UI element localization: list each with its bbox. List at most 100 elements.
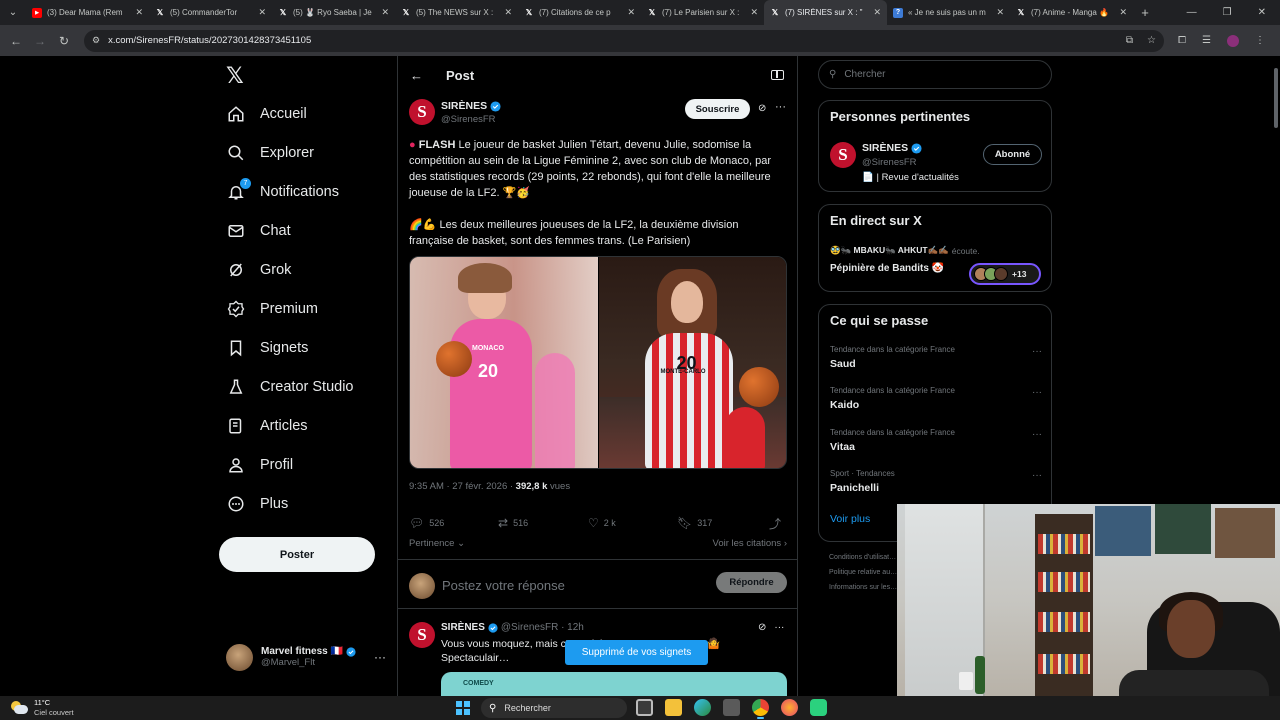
- bookmark-star-icon[interactable]: ☆: [1147, 35, 1156, 46]
- nav-item-signets[interactable]: Signets: [226, 333, 308, 363]
- nav-item-profil[interactable]: Profil: [226, 450, 293, 480]
- author-handle[interactable]: @SirenesFR: [441, 114, 496, 125]
- site-info-icon[interactable]: ⚙: [92, 35, 100, 46]
- browser-tab[interactable]: 𝕏 (5) The NEWS sur X : ✕: [395, 0, 518, 25]
- see-more-link[interactable]: Voir plus: [830, 513, 870, 525]
- new-tab-icon[interactable]: +: [1133, 5, 1157, 20]
- close-tab-icon[interactable]: ✕: [504, 7, 512, 18]
- close-tab-icon[interactable]: ✕: [135, 7, 143, 18]
- nav-item-chat[interactable]: Chat: [226, 216, 291, 246]
- maximize-icon[interactable]: ❐: [1223, 7, 1232, 18]
- search-input[interactable]: ⚲ Chercher: [818, 60, 1052, 89]
- close-tab-icon[interactable]: ✕: [1119, 7, 1127, 18]
- nav-item-explorer[interactable]: Explorer: [226, 138, 314, 168]
- close-tab-icon[interactable]: ✕: [873, 7, 881, 18]
- close-tab-icon[interactable]: ✕: [381, 7, 389, 18]
- relevant-name[interactable]: SIRÈNES: [862, 142, 908, 154]
- trend-item[interactable]: Tendance dans la catégorie France Saud ···: [830, 345, 1042, 379]
- close-window-icon[interactable]: ✕: [1258, 7, 1266, 18]
- sidebar-icon[interactable]: ☰: [1202, 35, 1211, 47]
- reload-icon[interactable]: ↻: [52, 34, 76, 48]
- live-space-title[interactable]: Pépinière de Bandits 🤡: [830, 263, 944, 274]
- weather-widget[interactable]: 11°C Ciel couvert: [10, 698, 74, 718]
- nav-item-premium[interactable]: Premium: [226, 294, 318, 324]
- sirenes-avatar[interactable]: S: [409, 99, 435, 125]
- browser-tab[interactable]: 𝕏 (7) Citations de ce p ✕: [518, 0, 641, 25]
- forward-arrow-icon[interactable]: →: [28, 34, 52, 48]
- repost-action[interactable]: ⇄ 516: [498, 516, 588, 530]
- install-app-icon[interactable]: ⧉: [1126, 35, 1133, 46]
- more-horizontal-icon[interactable]: ···: [774, 622, 784, 633]
- close-tab-icon[interactable]: ✕: [627, 7, 635, 18]
- post-button[interactable]: Poster: [219, 537, 375, 572]
- relevance-sort-dropdown[interactable]: Pertinence ⌄: [409, 538, 465, 549]
- nav-item-accueil[interactable]: Accueil: [226, 99, 307, 129]
- firefox-icon[interactable]: [781, 699, 798, 716]
- store-icon[interactable]: [723, 699, 740, 716]
- nav-item-articles[interactable]: Articles: [226, 411, 308, 441]
- browser-tab-active[interactable]: 𝕏 (7) SIRÈNES sur X : " ✕: [764, 0, 887, 25]
- more-horizontal-icon[interactable]: ···: [1032, 429, 1042, 440]
- share-action[interactable]: ⤴: [769, 515, 781, 532]
- reply-button[interactable]: Répondre: [716, 572, 787, 593]
- file-explorer-icon[interactable]: [665, 699, 682, 716]
- subscribe-button[interactable]: Souscrire: [685, 99, 750, 119]
- author-name[interactable]: SIRÈNES: [441, 622, 485, 633]
- browser-tab[interactable]: ? « Je ne suis pas un m ✕: [887, 0, 1010, 25]
- edge-icon[interactable]: [694, 699, 711, 716]
- trend-item[interactable]: Sport · Tendances Panichelli ···: [830, 469, 1042, 503]
- tab-search-icon[interactable]: ⌄: [0, 0, 26, 25]
- post-media[interactable]: 20 MONACO MONTE-CARLO 20: [409, 256, 787, 469]
- author-name[interactable]: SIRÈNES: [441, 100, 487, 112]
- like-action[interactable]: ♡ 2 k: [588, 516, 677, 530]
- more-horizontal-icon[interactable]: ···: [1032, 387, 1042, 398]
- privacy-link[interactable]: Politique relative au…: [829, 565, 897, 580]
- reply-post-media[interactable]: COMEDY: [441, 672, 787, 696]
- trend-item[interactable]: Tendance dans la catégorie France Kaido ··…: [830, 386, 1042, 420]
- url-field[interactable]: ⚙ x.com/SirenesFR/status/202730142837345…: [84, 29, 1164, 52]
- trend-item[interactable]: Tendance dans la catégorie France Vitaa ··…: [830, 428, 1042, 462]
- live-facepile[interactable]: +13: [969, 263, 1041, 285]
- profile-avatar-icon[interactable]: [1226, 34, 1239, 47]
- more-horizontal-icon[interactable]: ···: [374, 650, 386, 664]
- close-tab-icon[interactable]: ✕: [258, 7, 266, 18]
- minimize-icon[interactable]: —: [1187, 7, 1197, 18]
- browser-tab[interactable]: 𝕏 (7) Anime - Manga 🔥 ✕: [1010, 0, 1133, 25]
- more-horizontal-icon[interactable]: ···: [775, 101, 786, 113]
- task-view-icon[interactable]: [636, 699, 653, 716]
- browser-tab[interactable]: 𝕏 (7) Le Parisien sur X : ✕: [641, 0, 764, 25]
- messaging-app-icon[interactable]: [810, 699, 827, 716]
- nav-item-notifications[interactable]: 7 Notifications: [226, 177, 339, 207]
- post-image-red-jersey[interactable]: MONTE-CARLO 20: [598, 257, 786, 468]
- nav-item-plus[interactable]: Plus: [226, 489, 288, 519]
- taskbar-search[interactable]: ⚲ Rechercher: [481, 698, 627, 718]
- more-horizontal-icon[interactable]: ···: [1032, 346, 1042, 357]
- back-arrow-icon[interactable]: ←: [4, 34, 28, 48]
- account-switcher[interactable]: Marvel fitness 🇫🇷 @Marvel_Flt ···: [226, 642, 386, 672]
- browser-tab[interactable]: 𝕏 (5) 🐰 Ryo Saeba | Je ✕: [272, 0, 395, 25]
- close-tab-icon[interactable]: ✕: [750, 7, 758, 18]
- x-logo-icon[interactable]: 𝕏: [226, 64, 244, 89]
- terms-link[interactable]: Conditions d'utilisat…: [829, 550, 897, 565]
- nav-item-grok[interactable]: Grok: [226, 255, 291, 285]
- grok-icon[interactable]: ⊘: [758, 622, 766, 633]
- sirenes-avatar[interactable]: S: [830, 142, 856, 168]
- extensions-icon[interactable]: ⧠: [1178, 35, 1186, 47]
- bookmark-action[interactable]: 🔖︎ 317: [677, 516, 769, 530]
- menu-kebab-icon[interactable]: ⋮: [1255, 35, 1265, 47]
- windows-start-icon[interactable]: [456, 701, 470, 715]
- view-quotes-link[interactable]: Voir les citations ›: [713, 538, 787, 549]
- following-button[interactable]: Abonné: [983, 144, 1042, 165]
- chrome-icon[interactable]: [752, 699, 769, 719]
- sirenes-avatar[interactable]: S: [409, 622, 435, 648]
- browser-tab[interactable]: ▶ (3) Dear Mama (Rem ✕: [26, 0, 149, 25]
- info-link[interactable]: Informations sur les…: [829, 580, 897, 595]
- reply-action[interactable]: 💬︎ 526: [409, 516, 498, 530]
- grok-icon[interactable]: ⊘: [758, 103, 766, 114]
- browser-tab[interactable]: 𝕏 (5) CommanderTor ✕: [149, 0, 272, 25]
- more-horizontal-icon[interactable]: ···: [1032, 470, 1042, 481]
- post-image-pink-jersey[interactable]: 20 MONACO: [410, 257, 598, 468]
- reader-mode-icon[interactable]: [771, 70, 784, 80]
- back-arrow-icon[interactable]: ←: [410, 68, 423, 83]
- nav-item-creator-studio[interactable]: Creator Studio: [226, 372, 354, 402]
